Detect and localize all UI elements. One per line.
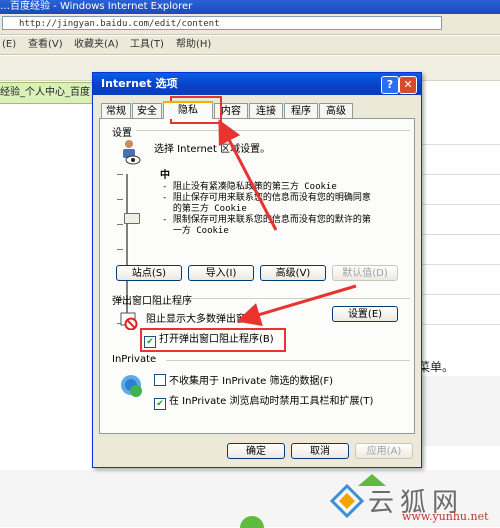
- page-grey-block: [418, 376, 500, 446]
- tab-privacy[interactable]: 隐私: [163, 101, 213, 119]
- browser-title: …百度经验 - Windows Internet Explorer: [0, 1, 193, 12]
- menu-item-help[interactable]: 帮助(H): [176, 36, 211, 54]
- popup-group-label: 弹出窗口阻止程序: [112, 296, 192, 307]
- page-divider: [420, 144, 500, 145]
- settings-group-label: 设置: [112, 128, 132, 139]
- no-collect-row[interactable]: 不收集用于 InPrivate 筛选的数据(F): [154, 374, 333, 388]
- group-divider: [166, 360, 410, 361]
- help-button[interactable]: ?: [381, 76, 399, 94]
- address-input[interactable]: http://jingyan.baidu.com/edit/content: [2, 16, 442, 30]
- menu-item-view[interactable]: 查看(V): [28, 36, 63, 54]
- ok-button[interactable]: 确定: [227, 443, 285, 459]
- watermark-url: www.yunhu.net: [402, 510, 489, 523]
- slider-tick: [117, 174, 123, 175]
- slider-tick: [117, 224, 123, 225]
- inprivate-icon: [121, 375, 142, 397]
- address-bar: http://jingyan.baidu.com/edit/content: [0, 14, 500, 35]
- slider-thumb[interactable]: [124, 213, 140, 224]
- popup-blocker-icon: [120, 312, 138, 330]
- slider-tick: [117, 249, 123, 250]
- page-divider: [420, 234, 500, 235]
- disable-toolbars-checkbox[interactable]: ✔: [154, 398, 166, 410]
- group-divider: [190, 298, 410, 299]
- tab-advanced[interactable]: 高级: [319, 103, 353, 118]
- disable-toolbars-row[interactable]: ✔ 在 InPrivate 浏览启动时禁用工具栏和扩展(T): [154, 396, 373, 410]
- tab-general[interactable]: 常规: [101, 103, 131, 118]
- popup-blocker-highlight: [140, 328, 286, 352]
- page-divider: [420, 264, 500, 265]
- cancel-button[interactable]: 取消: [291, 443, 349, 459]
- tab-connections[interactable]: 连接: [249, 103, 283, 118]
- privacy-level-title: 中: [160, 170, 170, 181]
- popup-description: 阻止显示大多数弹出窗口。: [146, 314, 266, 325]
- apply-button: 应用(A): [355, 443, 413, 459]
- privacy-person-icon: [123, 140, 141, 165]
- popup-settings-button[interactable]: 设置(E): [332, 306, 398, 322]
- browser-title-bar: …百度经验 - Windows Internet Explorer: [0, 0, 500, 14]
- group-divider: [136, 130, 410, 131]
- no-collect-checkbox[interactable]: [154, 374, 166, 386]
- page-divider: [420, 174, 500, 175]
- menu-item-favorites[interactable]: 收藏夹(A): [74, 36, 119, 54]
- no-collect-label: 不收集用于 InPrivate 筛选的数据(F): [169, 376, 334, 387]
- watermark-logo-icon: [330, 484, 364, 518]
- tab-programs[interactable]: 程序: [284, 103, 318, 118]
- browser-tab[interactable]: 经验_个人中心_百度: [0, 82, 99, 104]
- page-text-suffix: 菜单。: [418, 360, 455, 374]
- page-divider: [420, 324, 500, 325]
- menu-item-edit[interactable]: (E): [2, 36, 16, 54]
- slider-tick: [117, 199, 123, 200]
- default-button: 默认值(D): [332, 265, 398, 281]
- page-divider: [420, 204, 500, 205]
- close-button[interactable]: ✕: [399, 76, 417, 94]
- page-divider: [420, 294, 500, 295]
- sites-button[interactable]: 站点(S): [116, 265, 182, 281]
- browser-menu-bar: (E) 查看(V) 收藏夹(A) 工具(T) 帮助(H): [0, 36, 500, 55]
- menu-item-tools[interactable]: 工具(T): [130, 36, 164, 54]
- dialog-title-bar[interactable]: Internet 选项 ? ✕: [93, 73, 421, 95]
- tab-security[interactable]: 安全: [132, 103, 162, 118]
- advanced-button[interactable]: 高级(V): [260, 265, 326, 281]
- disable-toolbars-label: 在 InPrivate 浏览启动时禁用工具栏和扩展(T): [169, 396, 374, 407]
- inprivate-group-label: InPrivate: [112, 354, 157, 365]
- zone-setting-text: 选择 Internet 区域设置。: [154, 144, 271, 155]
- privacy-level-description: - 阻止没有紧凑隐私政策的第三方 Cookie - 阻止保存可用来联系您的信息而…: [162, 182, 371, 236]
- import-button[interactable]: 导入(I): [188, 265, 254, 281]
- dialog-title: Internet 选项: [101, 77, 178, 90]
